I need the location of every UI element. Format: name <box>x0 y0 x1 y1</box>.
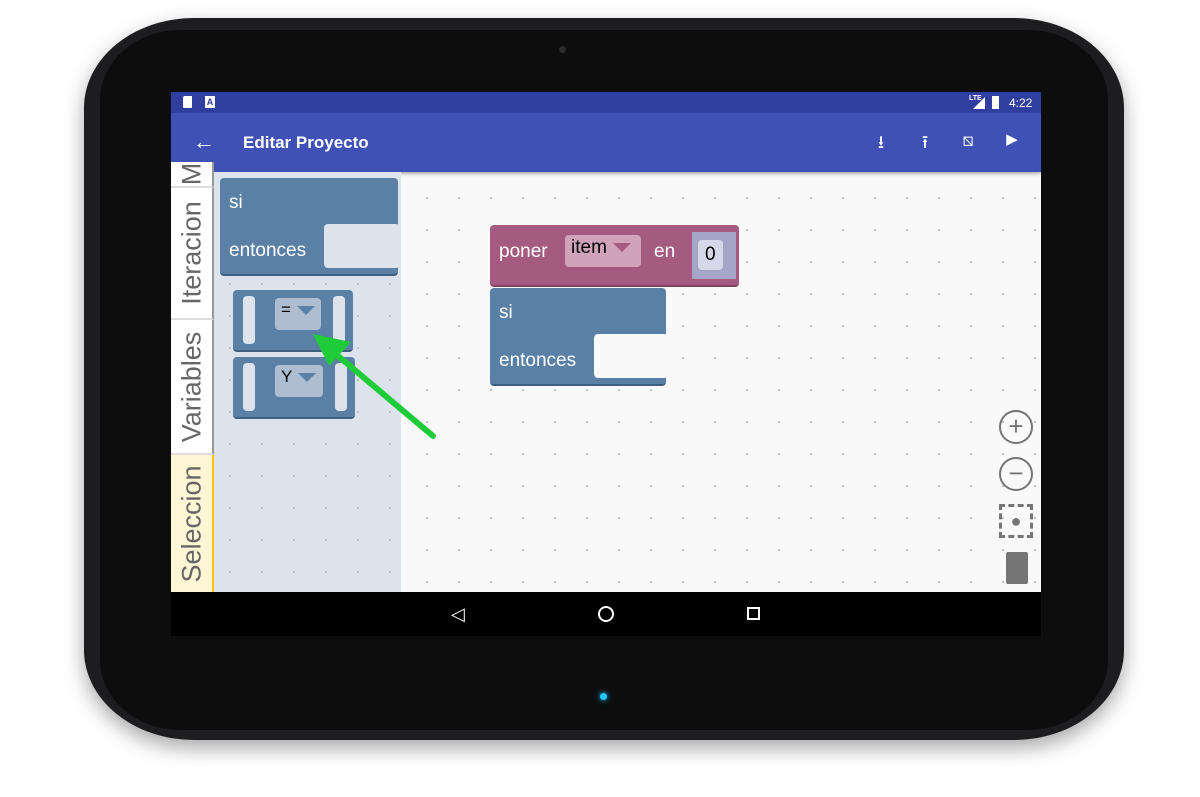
tab-iteracion[interactable]: Iteracion <box>171 188 214 320</box>
back-triangle-icon[interactable]: ◁ <box>451 604 465 625</box>
page-title: Editar Proyecto <box>243 133 369 152</box>
trash-icon[interactable] <box>1006 552 1028 584</box>
variable-dropdown[interactable]: item <box>565 235 641 267</box>
network-label: LTE <box>969 95 982 102</box>
a-notification-icon: A <box>205 96 215 108</box>
download-icon[interactable]: ⭳ <box>869 130 893 160</box>
app-bar: ← Editar Proyecto ⭳ ⭱ ⧅ ▶ <box>171 113 1041 172</box>
play-icon[interactable]: ▶ <box>1000 130 1024 148</box>
tab-m[interactable]: M <box>171 162 214 188</box>
battery-icon <box>992 96 999 109</box>
clock: 4:22 <box>1009 96 1033 110</box>
zoom-in-icon[interactable]: + <box>999 410 1033 444</box>
clear-layers-icon[interactable]: ⧅ <box>956 130 980 151</box>
if-block-template[interactable]: si entonces <box>220 178 400 276</box>
recents-square-icon[interactable] <box>747 607 760 620</box>
sd-card-icon <box>183 96 192 108</box>
nav-bar: ◁ <box>171 592 1041 636</box>
dropdown-arrow-icon <box>296 306 315 316</box>
dropdown-arrow-icon <box>612 243 631 253</box>
status-bar: A LTE 4:22 <box>171 92 1041 113</box>
tab-variables[interactable]: Variables <box>171 320 214 455</box>
set-variable-block[interactable]: poner item en 0 <box>490 225 739 287</box>
upload-icon[interactable]: ⭱ <box>913 130 937 160</box>
tab-seleccion[interactable]: Seleccion <box>171 455 214 595</box>
home-circle-icon[interactable] <box>598 606 614 622</box>
workspace[interactable]: poner item en 0 si entonces + − ● <box>313 172 1041 592</box>
then-slot <box>324 224 400 268</box>
screen: A LTE 4:22 ← Editar Proyecto ⭳ ⭱ ⧅ ▶ M I… <box>171 92 1041 636</box>
then-slot <box>594 334 668 378</box>
annotation-arrow <box>313 334 436 439</box>
if-block[interactable]: si entonces <box>490 288 668 386</box>
camera <box>559 46 566 53</box>
category-tabs: M Iteracion Variables Seleccion <box>171 162 214 595</box>
recenter-icon[interactable]: ● <box>999 504 1033 538</box>
led-indicator <box>600 693 607 700</box>
number-input[interactable]: 0 <box>698 240 723 270</box>
zoom-out-icon[interactable]: − <box>999 457 1033 491</box>
number-block[interactable]: 0 <box>692 232 736 279</box>
back-arrow-icon[interactable]: ← <box>192 129 216 155</box>
